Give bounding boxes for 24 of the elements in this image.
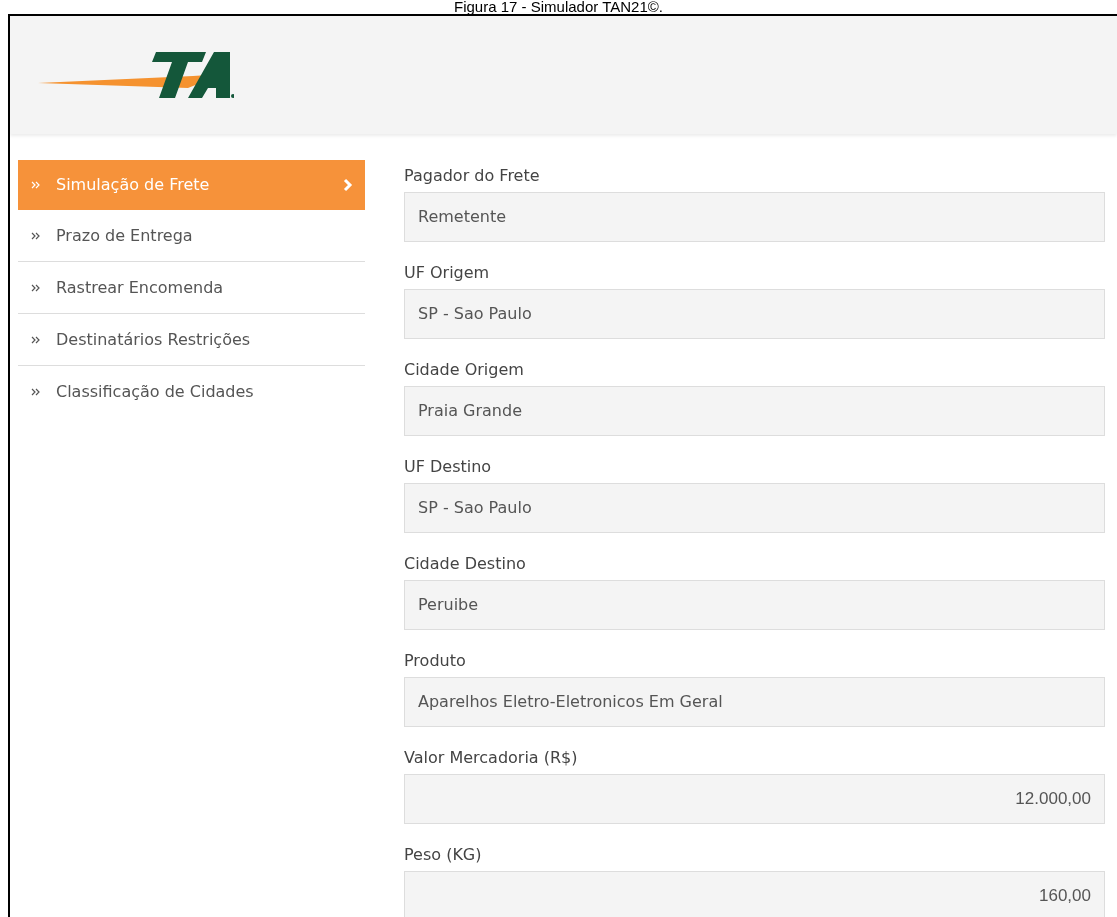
input-field[interactable]: Aparelhos Eletro-Eletronicos Em Geral [404,677,1105,727]
field-label: Peso (KG) [404,844,483,866]
field-label: UF Destino [404,456,493,478]
input-field[interactable]: 12.000,00 [404,774,1105,824]
field-label: UF Origem [404,262,491,284]
sidebar-item[interactable]: Classificação de Cidades [18,366,365,418]
field-label: Pagador do Frete [404,165,541,187]
field-label: Produto [404,650,467,672]
field-label: Cidade Destino [404,553,527,575]
input-field[interactable]: Praia Grande [404,386,1105,436]
input-field[interactable]: Peruibe [404,580,1105,630]
sidebar-item[interactable]: Destinatários Restrições [18,314,365,366]
double-chevron-icon [30,386,42,398]
input-field[interactable]: 160,00 [404,871,1105,917]
chevron-right-icon [343,178,353,192]
input-field[interactable]: Remetente [404,192,1105,242]
input-field[interactable]: SP - Sao Paulo [404,289,1105,339]
field-label: Valor Mercadoria (R$) [404,747,579,769]
input-field[interactable]: SP - Sao Paulo [404,483,1105,533]
sidebar-item[interactable]: Rastrear Encomenda [18,262,365,314]
figure-caption: Figura 17 - Simulador TAN21©. [453,0,664,14]
sidebar-item[interactable]: Prazo de Entrega [18,210,365,262]
field-label: Cidade Origem [404,359,525,381]
double-chevron-icon [30,179,42,191]
